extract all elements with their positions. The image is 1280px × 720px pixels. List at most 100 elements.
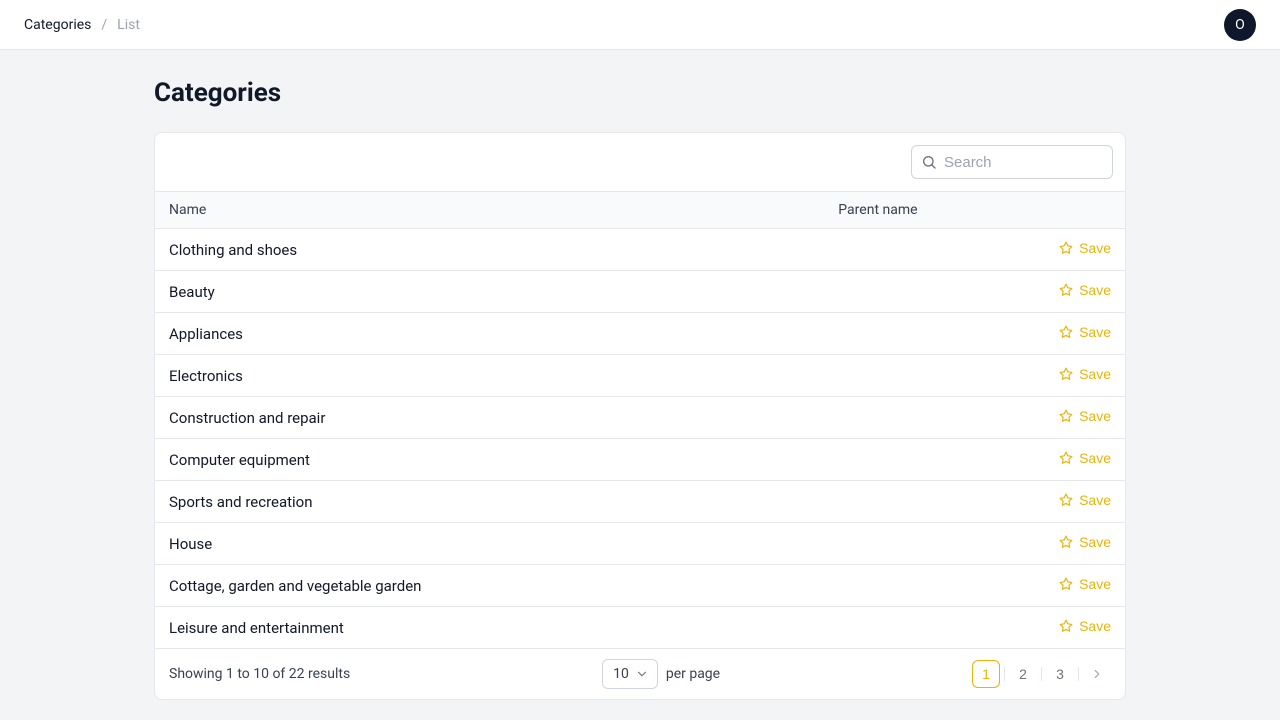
cell-action: Save xyxy=(999,271,1125,313)
save-label: Save xyxy=(1079,366,1111,382)
categories-card: Name Parent name Clothing and shoesSaveB… xyxy=(154,132,1126,700)
table-row[interactable]: Construction and repair Save xyxy=(155,397,1125,439)
save-button[interactable]: Save xyxy=(1059,324,1111,340)
table-row[interactable]: BeautySave xyxy=(155,271,1125,313)
per-page-select[interactable]: 10 xyxy=(602,659,658,689)
cell-action: Save xyxy=(999,565,1125,607)
column-header-action xyxy=(999,192,1125,229)
cell-parent xyxy=(824,355,999,397)
card-toolbar xyxy=(155,133,1125,191)
avatar[interactable]: O xyxy=(1224,9,1256,41)
topbar: Categories / List O xyxy=(0,0,1280,50)
cell-parent xyxy=(824,607,999,649)
save-label: Save xyxy=(1079,576,1111,592)
cell-parent xyxy=(824,481,999,523)
page-button[interactable]: 1 xyxy=(972,660,1000,688)
save-button[interactable]: Save xyxy=(1059,240,1111,256)
star-icon xyxy=(1059,619,1073,633)
save-label: Save xyxy=(1079,450,1111,466)
save-label: Save xyxy=(1079,240,1111,256)
cell-name: Computer equipment xyxy=(155,439,824,481)
results-summary: Showing 1 to 10 of 22 results xyxy=(169,666,350,682)
per-page-suffix: per page xyxy=(666,666,720,682)
star-icon xyxy=(1059,367,1073,381)
cell-name: Clothing and shoes xyxy=(155,229,824,271)
page-separator xyxy=(1041,667,1042,681)
save-button[interactable]: Save xyxy=(1059,576,1111,592)
table-row[interactable]: Cottage, garden and vegetable garden Save xyxy=(155,565,1125,607)
star-icon xyxy=(1059,451,1073,465)
next-page-button[interactable] xyxy=(1083,660,1111,688)
cell-action: Save xyxy=(999,481,1125,523)
save-button[interactable]: Save xyxy=(1059,366,1111,382)
page-separator xyxy=(1078,667,1079,681)
cell-name: Electronics xyxy=(155,355,824,397)
save-button[interactable]: Save xyxy=(1059,282,1111,298)
star-icon xyxy=(1059,577,1073,591)
cell-name: Cottage, garden and vegetable garden xyxy=(155,565,824,607)
save-label: Save xyxy=(1079,618,1111,634)
page-button[interactable]: 2 xyxy=(1009,660,1037,688)
star-icon xyxy=(1059,493,1073,507)
table-row[interactable]: Clothing and shoes Save xyxy=(155,229,1125,271)
table-row[interactable]: Sports and recreation Save xyxy=(155,481,1125,523)
table-row[interactable]: Computer equipment Save xyxy=(155,439,1125,481)
breadcrumb: Categories / List xyxy=(24,17,140,33)
cell-parent xyxy=(824,397,999,439)
save-label: Save xyxy=(1079,282,1111,298)
star-icon xyxy=(1059,535,1073,549)
save-button[interactable]: Save xyxy=(1059,618,1111,634)
cell-action: Save xyxy=(999,313,1125,355)
search-input[interactable] xyxy=(911,145,1113,179)
page-title: Categories xyxy=(154,78,1126,108)
per-page-control: 10 per page xyxy=(602,659,720,689)
cell-name: House xyxy=(155,523,824,565)
save-button[interactable]: Save xyxy=(1059,450,1111,466)
chevron-down-icon xyxy=(635,667,649,681)
table-row[interactable]: House Save xyxy=(155,523,1125,565)
breadcrumb-current: List xyxy=(117,17,140,33)
cell-parent xyxy=(824,271,999,313)
save-button[interactable]: Save xyxy=(1059,534,1111,550)
cell-name: Sports and recreation xyxy=(155,481,824,523)
star-icon xyxy=(1059,241,1073,255)
per-page-value: 10 xyxy=(613,666,629,682)
cell-action: Save xyxy=(999,607,1125,649)
pagination: 123 xyxy=(972,660,1111,688)
cell-action: Save xyxy=(999,523,1125,565)
cell-action: Save xyxy=(999,397,1125,439)
table-row[interactable]: Leisure and entertainment Save xyxy=(155,607,1125,649)
cell-parent xyxy=(824,523,999,565)
breadcrumb-root[interactable]: Categories xyxy=(24,17,91,33)
cell-parent xyxy=(824,313,999,355)
breadcrumb-separator: / xyxy=(101,17,107,33)
save-button[interactable]: Save xyxy=(1059,492,1111,508)
cell-name: Leisure and entertainment xyxy=(155,607,824,649)
card-footer: Showing 1 to 10 of 22 results 10 per pag… xyxy=(155,649,1125,699)
save-button[interactable]: Save xyxy=(1059,408,1111,424)
column-header-parent[interactable]: Parent name xyxy=(824,192,999,229)
cell-action: Save xyxy=(999,439,1125,481)
star-icon xyxy=(1059,325,1073,339)
chevron-right-icon xyxy=(1090,667,1104,681)
search-icon xyxy=(921,154,937,170)
table-row[interactable]: Appliances Save xyxy=(155,313,1125,355)
cell-action: Save xyxy=(999,355,1125,397)
column-header-name[interactable]: Name xyxy=(155,192,824,229)
cell-name: Construction and repair xyxy=(155,397,824,439)
search-wrap xyxy=(911,145,1113,179)
save-label: Save xyxy=(1079,324,1111,340)
cell-parent xyxy=(824,439,999,481)
save-label: Save xyxy=(1079,408,1111,424)
save-label: Save xyxy=(1079,534,1111,550)
star-icon xyxy=(1059,283,1073,297)
cell-action: Save xyxy=(999,229,1125,271)
categories-table: Name Parent name Clothing and shoesSaveB… xyxy=(155,191,1125,649)
page-button[interactable]: 3 xyxy=(1046,660,1074,688)
save-label: Save xyxy=(1079,492,1111,508)
cell-name: Appliances xyxy=(155,313,824,355)
star-icon xyxy=(1059,409,1073,423)
cell-parent xyxy=(824,565,999,607)
cell-parent xyxy=(824,229,999,271)
table-row[interactable]: Electronics Save xyxy=(155,355,1125,397)
